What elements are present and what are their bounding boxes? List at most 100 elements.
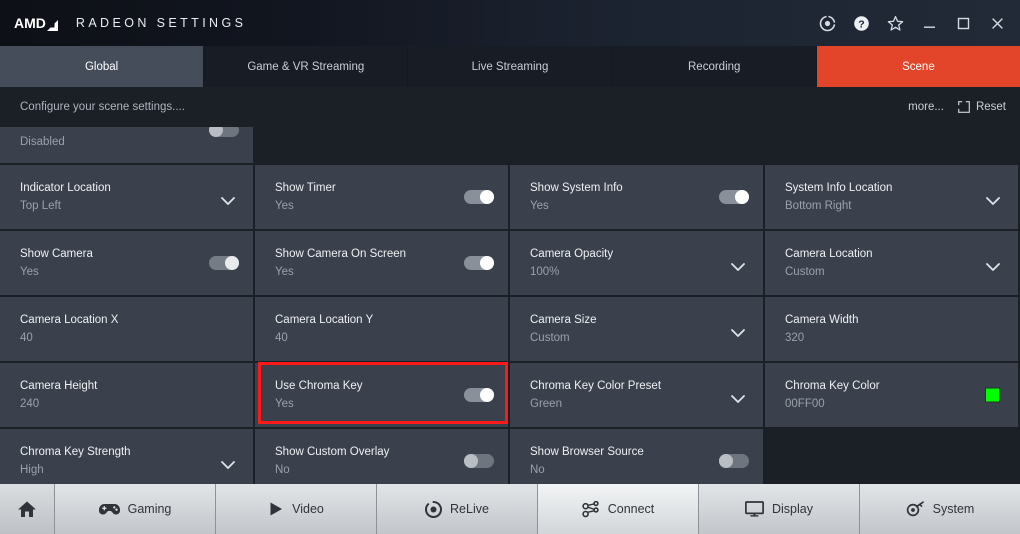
setting-label: Chroma Key Strength	[20, 445, 131, 458]
favorite-star-icon[interactable]	[878, 0, 912, 46]
setting-value: 320	[785, 331, 805, 344]
nav-item-system[interactable]: System	[860, 484, 1020, 534]
window-controls: ?	[810, 0, 1014, 46]
nav-item-gaming[interactable]: Gaming	[55, 484, 216, 534]
tab-global[interactable]: Global	[0, 46, 205, 87]
chevron-down-icon[interactable]	[986, 193, 1000, 205]
setting-cell-empty	[510, 127, 763, 163]
color-swatch[interactable]	[985, 387, 1000, 403]
setting-cell-camera-location-x[interactable]: Camera Location X 40	[0, 297, 253, 361]
setting-label: Indicator Location	[20, 181, 111, 194]
chevron-down-icon[interactable]	[221, 457, 235, 469]
nav-item-gaming-label: Gaming	[127, 502, 172, 516]
toggle-knob	[480, 388, 494, 402]
tab-recording-label: Recording	[688, 60, 741, 73]
tab-global-label: Global	[84, 60, 119, 73]
close-icon[interactable]	[980, 0, 1014, 46]
setting-label: Chroma Key Color	[785, 379, 880, 392]
setting-cell-camera-location[interactable]: Camera Location Custom	[765, 231, 1018, 295]
nav-item-display[interactable]: Display	[699, 484, 860, 534]
setting-cell-camera-size[interactable]: Camera Size Custom	[510, 297, 763, 361]
chevron-down-icon[interactable]	[731, 259, 745, 271]
main-tab-bar: Global Game & VR Streaming Live Streamin…	[0, 46, 1020, 87]
tab-recording[interactable]: Recording	[612, 46, 817, 87]
toggle-switch[interactable]	[719, 454, 749, 468]
setting-cell-camera-location-y[interactable]: Camera Location Y 40	[255, 297, 508, 361]
setting-cell-camera-opacity[interactable]: Camera Opacity 100%	[510, 231, 763, 295]
toggle-knob	[480, 256, 494, 270]
nav-item-home[interactable]	[0, 484, 55, 534]
setting-cell-system-info-location[interactable]: System Info Location Bottom Right	[765, 165, 1018, 229]
nav-item-connect[interactable]: Connect	[538, 484, 699, 534]
toggle-knob	[464, 454, 478, 468]
toggle-switch[interactable]	[464, 190, 494, 204]
nav-item-video[interactable]: Video	[216, 484, 377, 534]
connect-share-icon	[582, 500, 600, 518]
tab-game-vr-streaming[interactable]: Game & VR Streaming	[204, 46, 409, 87]
toggle-switch[interactable]	[464, 454, 494, 468]
subheader-bar: Configure your scene settings.... more..…	[0, 87, 1020, 127]
radeon-settings-window: AMD RADEON SETTINGS ? Global Game & VR S…	[0, 0, 1020, 534]
nav-item-relive[interactable]: ReLive	[377, 484, 538, 534]
reset-icon	[957, 100, 970, 113]
chevron-down-icon[interactable]	[221, 193, 235, 205]
tab-live-streaming[interactable]: Live Streaming	[408, 46, 613, 87]
tab-scene[interactable]: Scene	[816, 46, 1020, 87]
chevron-down-icon[interactable]	[731, 391, 745, 403]
setting-cell-disabled[interactable]: Disabled	[0, 127, 253, 163]
setting-cell-show-browser-source[interactable]: Show Browser Source No	[510, 429, 763, 484]
relive-record-icon	[425, 500, 442, 518]
nav-item-system-label: System	[932, 502, 975, 516]
setting-cell-show-camera-on-screen[interactable]: Show Camera On Screen Yes	[255, 231, 508, 295]
setting-value: High	[20, 463, 44, 476]
nav-item-relive-label: ReLive	[450, 502, 489, 516]
chevron-down-icon[interactable]	[986, 259, 1000, 271]
setting-cell-show-camera[interactable]: Show Camera Yes	[0, 231, 253, 295]
gamepad-icon	[98, 502, 120, 517]
nav-item-connect-label: Connect	[607, 502, 655, 516]
setting-label: Camera Location X	[20, 313, 119, 326]
setting-cell-chroma-key-color[interactable]: Chroma Key Color 00FF00	[765, 363, 1018, 427]
setting-cell-chroma-key-color-preset[interactable]: Chroma Key Color Preset Green	[510, 363, 763, 427]
reset-button[interactable]: Reset	[957, 100, 1006, 113]
play-icon	[268, 501, 284, 517]
setting-value: Green	[530, 397, 562, 410]
toggle-knob	[735, 190, 749, 204]
subheader-actions: more... Reset	[908, 100, 1006, 113]
chevron-down-icon[interactable]	[731, 325, 745, 337]
setting-value: Custom	[530, 331, 570, 344]
toggle-switch[interactable]	[719, 190, 749, 204]
setting-value: 00FF00	[785, 397, 825, 410]
toggle-switch[interactable]	[464, 256, 494, 270]
update-icon[interactable]	[810, 0, 844, 46]
svg-text:?: ?	[858, 18, 864, 30]
setting-value: Bottom Right	[785, 199, 852, 212]
setting-cell-show-custom-overlay[interactable]: Show Custom Overlay No	[255, 429, 508, 484]
setting-label: Camera Size	[530, 313, 597, 326]
minimize-icon[interactable]	[912, 0, 946, 46]
toggle-switch[interactable]	[209, 256, 239, 270]
settings-grid[interactable]: Disabled Indicator Location Top Left Sho…	[0, 127, 1020, 484]
setting-value: 40	[275, 331, 288, 344]
settings-row: Indicator Location Top Left Show Timer Y…	[0, 165, 1020, 229]
amd-logo-arrow-icon	[46, 19, 58, 31]
more-link[interactable]: more...	[908, 101, 944, 113]
setting-cell-show-timer[interactable]: Show Timer Yes	[255, 165, 508, 229]
tab-live-streaming-label: Live Streaming	[471, 60, 549, 73]
toggle-knob	[225, 256, 239, 270]
tab-game-vr-streaming-label: Game & VR Streaming	[247, 60, 365, 73]
toggle-switch[interactable]	[464, 388, 494, 402]
setting-cell-use-chroma-key[interactable]: Use Chroma Key Yes	[255, 363, 508, 427]
setting-cell-show-system-info[interactable]: Show System Info Yes	[510, 165, 763, 229]
setting-label: Camera Height	[20, 379, 98, 392]
setting-cell-chroma-key-strength[interactable]: Chroma Key Strength High	[0, 429, 253, 484]
maximize-icon[interactable]	[946, 0, 980, 46]
toggle-switch[interactable]	[209, 127, 239, 137]
setting-value: 240	[20, 397, 40, 410]
home-icon	[17, 500, 37, 518]
settings-row: Camera Location X 40 Camera Location Y 4…	[0, 297, 1020, 361]
setting-cell-camera-width[interactable]: Camera Width 320	[765, 297, 1018, 361]
help-icon[interactable]: ?	[844, 0, 878, 46]
setting-cell-indicator-location[interactable]: Indicator Location Top Left	[0, 165, 253, 229]
setting-cell-camera-height[interactable]: Camera Height 240	[0, 363, 253, 427]
